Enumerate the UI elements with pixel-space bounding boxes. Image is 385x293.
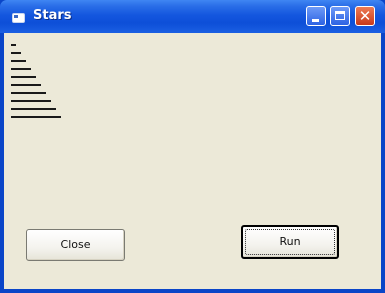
maximize-icon xyxy=(335,11,345,20)
title-bar[interactable]: Stars ✕ xyxy=(0,0,385,33)
close-button-label: Close xyxy=(60,238,91,251)
close-icon: ✕ xyxy=(358,7,372,25)
close-window-button[interactable]: ✕ xyxy=(355,6,375,26)
star-row-text xyxy=(11,92,46,94)
run-focus-rect xyxy=(245,229,335,255)
star-row xyxy=(11,97,61,105)
minimize-icon xyxy=(312,19,319,22)
minimize-button[interactable] xyxy=(306,6,326,26)
star-row xyxy=(11,105,61,113)
star-row-text xyxy=(11,52,21,54)
star-row-text xyxy=(11,44,16,46)
star-row xyxy=(11,81,61,89)
star-row xyxy=(11,113,61,121)
star-row xyxy=(11,73,61,81)
star-row-text xyxy=(11,60,26,62)
star-row xyxy=(11,57,61,65)
star-row xyxy=(11,49,61,57)
close-button[interactable]: Close xyxy=(26,229,125,261)
star-row-text xyxy=(11,68,31,70)
window-title: Stars xyxy=(33,8,72,23)
star-row-text xyxy=(11,116,61,118)
star-row xyxy=(11,89,61,97)
stars-window: Stars ✕ Close Run xyxy=(0,0,385,293)
window-icon[interactable] xyxy=(12,13,25,23)
star-output xyxy=(11,41,61,121)
run-button[interactable]: Run xyxy=(241,225,339,259)
maximize-button[interactable] xyxy=(330,6,350,26)
star-row-text xyxy=(11,84,41,86)
client-area: Close Run xyxy=(4,33,381,289)
star-row xyxy=(11,65,61,73)
star-row-text xyxy=(11,76,36,78)
star-row-text xyxy=(11,100,51,102)
star-row xyxy=(11,41,61,49)
star-row-text xyxy=(11,108,56,110)
